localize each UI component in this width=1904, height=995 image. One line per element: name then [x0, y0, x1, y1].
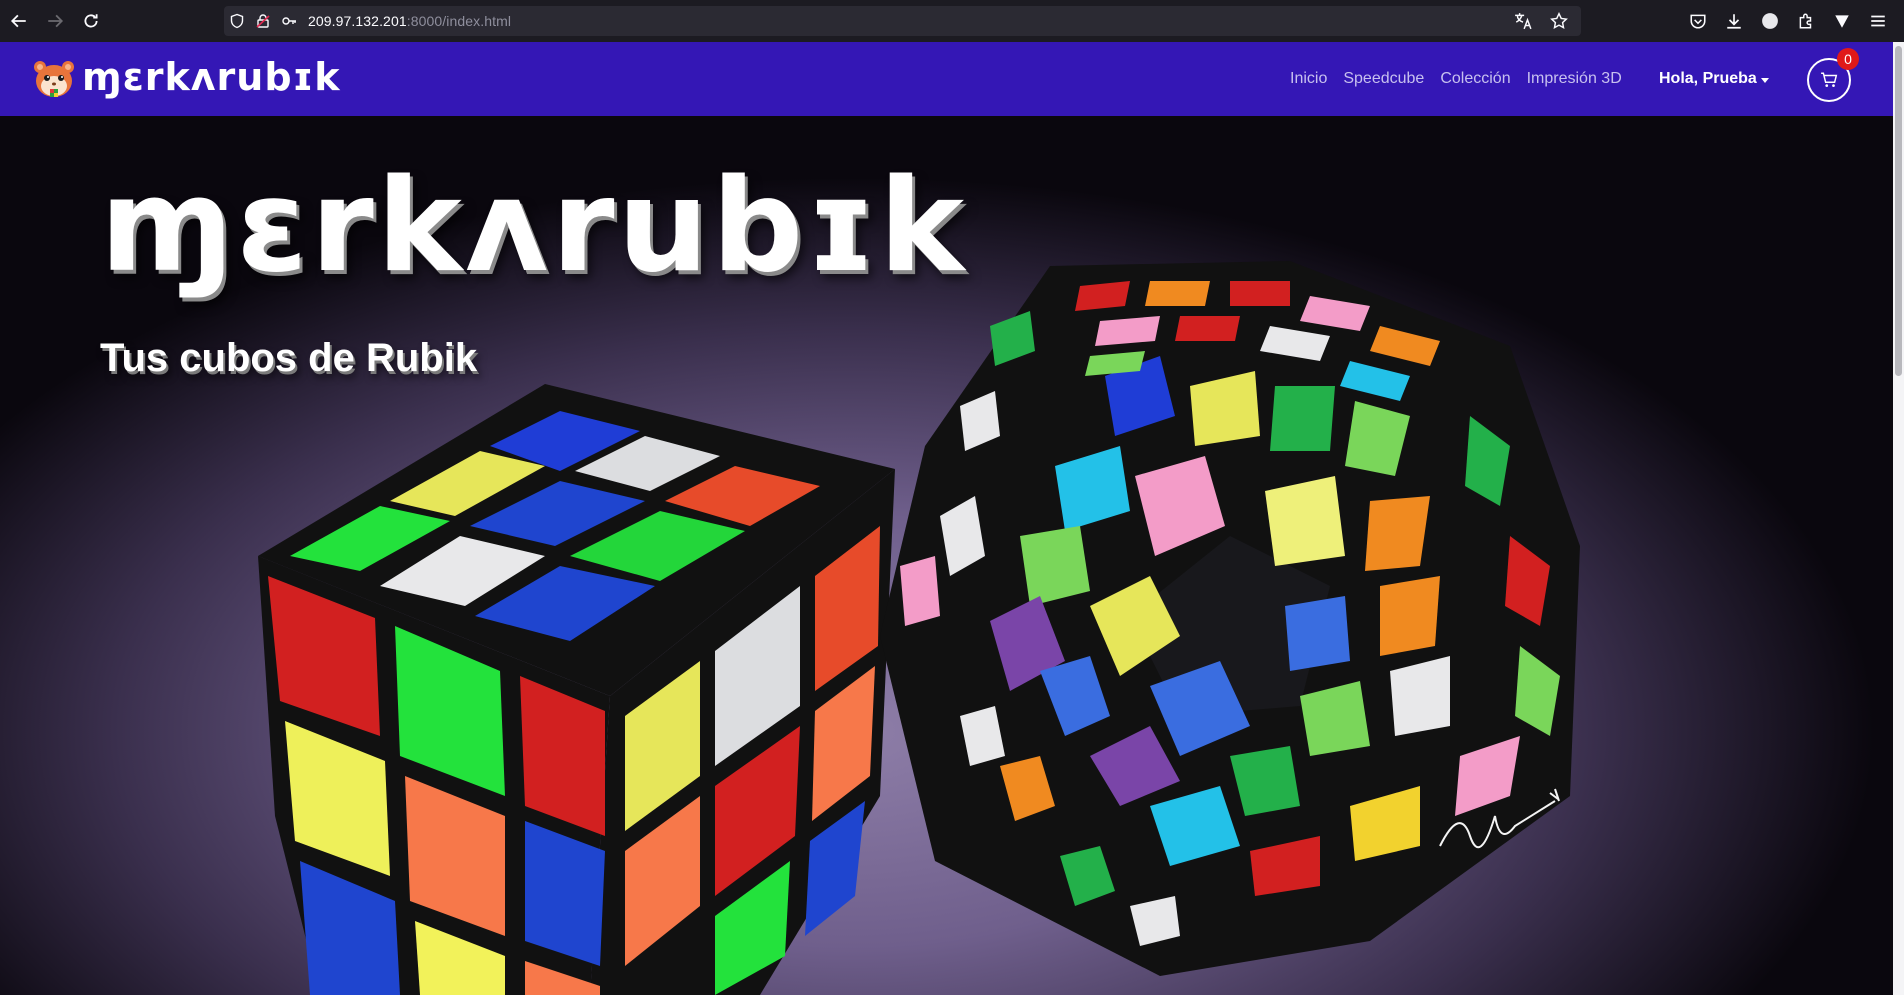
cart-button[interactable]: 0: [1807, 48, 1859, 102]
shopping-cart-icon: [1821, 72, 1838, 87]
site-navbar: ɱɛrkʌrubɪk Inicio Speedcube Colección Im…: [0, 42, 1893, 116]
user-dropdown-toggle[interactable]: Hola, Prueba: [1659, 42, 1769, 116]
account-avatar-icon[interactable]: [1754, 5, 1786, 37]
extensions-icon[interactable]: [1790, 5, 1822, 37]
reload-button[interactable]: [74, 4, 108, 38]
downloads-icon[interactable]: [1718, 5, 1750, 37]
nav-link-coleccion[interactable]: Colección: [1440, 70, 1510, 88]
shield-icon[interactable]: [224, 6, 250, 36]
reload-icon: [84, 14, 98, 28]
forward-button[interactable]: [38, 4, 72, 38]
main-menu: Inicio Speedcube Colección Impresión 3D: [1290, 42, 1638, 116]
three-by-three-cube: [258, 384, 895, 995]
cart-count-badge: 0: [1837, 48, 1859, 70]
url-host: 209.97.132.201: [308, 13, 407, 29]
brand-link[interactable]: ɱɛrkʌrubɪk: [30, 54, 341, 104]
translate-icon[interactable]: [1507, 5, 1539, 37]
insecure-lock-icon[interactable]: [250, 6, 276, 36]
url-text[interactable]: 209.97.132.201:8000/index.html: [308, 13, 511, 29]
url-path: :8000/index.html: [406, 13, 512, 29]
browser-toolbar: 209.97.132.201:8000/index.html: [0, 0, 1904, 42]
hamburger-menu-icon[interactable]: [1862, 5, 1894, 37]
user-greeting: Hola, Prueba: [1659, 70, 1757, 87]
address-bar[interactable]: 209.97.132.201:8000/index.html: [224, 6, 1581, 36]
nav-link-speedcube[interactable]: Speedcube: [1343, 70, 1424, 88]
page-scrollbar[interactable]: [1893, 42, 1904, 995]
vpn-extension-icon[interactable]: [1826, 5, 1858, 37]
back-arrow-icon: [10, 14, 26, 28]
pocket-icon[interactable]: [1682, 5, 1714, 37]
brand-name: ɱɛrkʌrubɪk: [82, 55, 341, 99]
hero-subtitle: Tus cubos de Rubik: [100, 336, 478, 380]
caret-down-icon: [1760, 77, 1769, 83]
scrollbar-thumb[interactable]: [1895, 46, 1902, 376]
nav-link-impresion-3d[interactable]: Impresión 3D: [1527, 70, 1622, 88]
hero-banner: ɱɛrkʌrubɪk Tus cubos de Rubik: [0, 116, 1893, 995]
hamster-logo-icon: [34, 61, 74, 97]
hero-title: ɱɛrkʌrubɪk: [100, 152, 968, 301]
bookmark-star-icon[interactable]: [1543, 5, 1575, 37]
key-icon[interactable]: [276, 6, 302, 36]
back-button[interactable]: [2, 4, 36, 38]
forward-arrow-icon: [48, 14, 64, 28]
megaminx-cube: [880, 261, 1580, 976]
nav-link-inicio[interactable]: Inicio: [1290, 70, 1327, 88]
